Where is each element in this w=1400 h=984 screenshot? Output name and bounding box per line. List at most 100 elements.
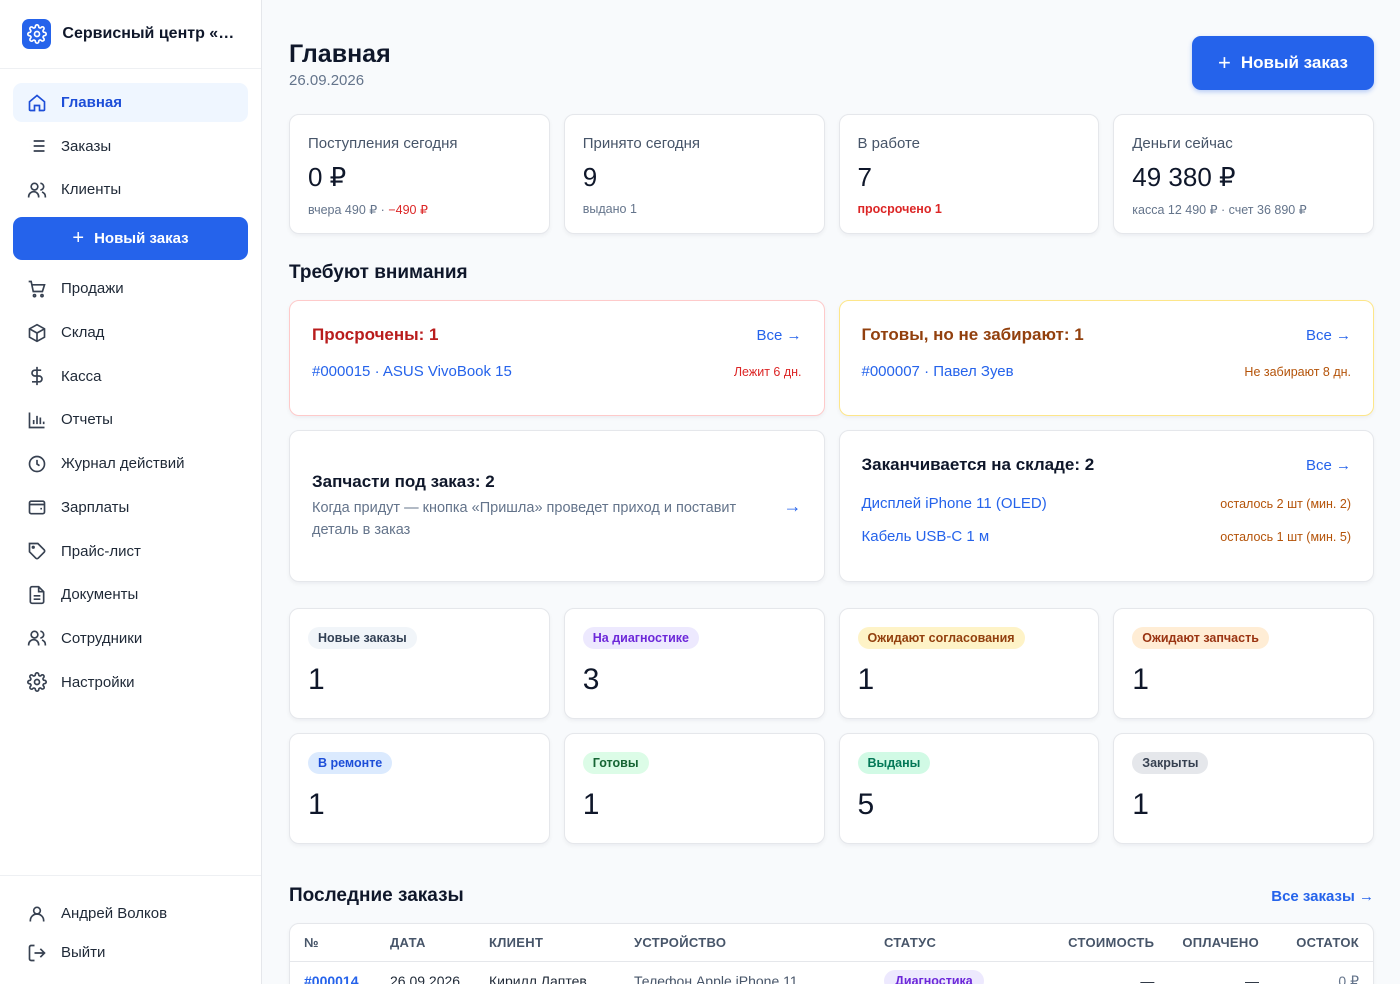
sidebar-nav: Главная Заказы Клиенты + Новый заказ Про… (0, 69, 261, 702)
sidebar-item-prices[interactable]: Прайс-лист (13, 532, 248, 571)
sidebar-item-home[interactable]: Главная (13, 83, 248, 122)
stat-label: Принято сегодня (582, 135, 701, 152)
col-number[interactable]: № (290, 924, 376, 962)
sidebar-item-label: Касса (61, 367, 102, 385)
stock-item-note: осталось 2 шт (мин. 2) (1220, 496, 1351, 511)
status-card-approval[interactable]: Ожидают согласования 1 (838, 608, 1100, 719)
order-number-link[interactable]: #000014 (304, 973, 359, 984)
arrow-right-icon[interactable]: → (784, 496, 802, 517)
stat-sub: касса 12 490 ₽ · счет 36 890 ₽ (1132, 203, 1307, 217)
order-device: Телефон Apple iPhone 11 (634, 973, 798, 984)
recent-orders-title: Последние заказы (289, 885, 464, 906)
parts-card[interactable]: Запчасти под заказ: 2 Когда придут — кно… (289, 430, 825, 582)
sidebar-item-sales[interactable]: Продажи (13, 269, 248, 308)
main-content: Главная 26.09.2026 + Новый заказ Поступл… (289, 0, 1374, 984)
sidebar-item-staff[interactable]: Сотрудники (13, 619, 248, 658)
status-card-diagnostics[interactable]: На диагностике 3 (563, 608, 825, 719)
bar-chart-icon (27, 410, 47, 430)
plus-icon: + (1218, 50, 1231, 75)
status-card-waiting-parts[interactable]: Ожидают запчасть 1 (1113, 608, 1374, 719)
tag-icon (27, 541, 47, 561)
sidebar-item-label: Сотрудники (61, 629, 143, 647)
status-card-new[interactable]: Новые заказы 1 (289, 608, 550, 719)
status-card-ready[interactable]: Готовы 1 (563, 733, 825, 844)
col-rest[interactable]: ОСТАТОК (1273, 924, 1373, 962)
brand[interactable]: Сервисный центр «Ма... (0, 0, 261, 69)
stat-sub: вчера 490 ₽ · −490 ₽ (308, 203, 428, 217)
low-stock-card: Заканчивается на складе: 2 Все → Дисплей… (838, 430, 1374, 582)
home-icon (27, 93, 47, 113)
plus-icon: + (72, 227, 85, 250)
stat-card-accepted[interactable]: Принято сегодня 9 выдано 1 (563, 114, 825, 234)
status-card-issued[interactable]: Выданы 5 (838, 733, 1100, 844)
stat-value: 49 380 ₽ (1132, 162, 1236, 192)
overdue-card: Просрочены: 1 Все → #000015 · ASUS VivoB… (289, 300, 825, 416)
stat-card-in-progress[interactable]: В работе 7 просрочено 1 (838, 114, 1100, 234)
order-cost: — (1140, 973, 1155, 984)
sidebar-item-label: Документы (61, 586, 139, 604)
wallet-icon (27, 497, 47, 517)
low-stock-all-link[interactable]: Все → (1306, 457, 1351, 474)
overdue-order-link[interactable]: #000015 · ASUS VivoBook 15 (312, 363, 512, 380)
gear-icon (22, 19, 52, 49)
ready-order-link[interactable]: #000007 · Павел Зуев (862, 363, 1014, 380)
gear-icon (27, 672, 47, 692)
sidebar-user[interactable]: Андрей Волков (13, 894, 248, 933)
stat-card-money[interactable]: Деньги сейчас 49 380 ₽ касса 12 490 ₽ · … (1113, 114, 1374, 234)
sidebar-new-order-button[interactable]: + Новый заказ (13, 217, 248, 261)
logout-button[interactable]: Выйти (13, 933, 248, 972)
parts-description: Когда придут — кнопка «Пришла» проведет … (312, 499, 737, 538)
overdue-title: Просрочены: 1 (312, 325, 439, 344)
col-device[interactable]: УСТРОЙСТВО (620, 924, 870, 962)
users-icon (27, 628, 47, 648)
sidebar-item-label: Зарплаты (61, 498, 130, 516)
status-badge: Ожидают запчасть (1132, 627, 1269, 649)
stat-value: 0 ₽ (308, 162, 347, 192)
stock-item-link[interactable]: Дисплей iPhone 11 (OLED) (862, 495, 1047, 512)
status-count: 1 (308, 663, 325, 696)
sidebar-item-salary[interactable]: Зарплаты (13, 488, 248, 527)
sidebar-item-orders[interactable]: Заказы (13, 127, 248, 166)
sidebar-item-settings[interactable]: Настройки (13, 663, 248, 702)
sidebar-item-docs[interactable]: Документы (13, 575, 248, 614)
page-date: 26.09.2026 (289, 72, 365, 89)
sidebar-item-label: Журнал действий (61, 455, 185, 473)
table-header-row: № ДАТА КЛИЕНТ УСТРОЙСТВО СТАТУС СТОИМОСТ… (290, 924, 1373, 962)
attention-title: Требуют внимания (289, 262, 468, 283)
sidebar-item-log[interactable]: Журнал действий (13, 444, 248, 483)
col-status[interactable]: СТАТУС (870, 924, 1054, 962)
stat-label: Поступления сегодня (308, 135, 458, 152)
status-card-closed[interactable]: Закрыты 1 (1113, 733, 1374, 844)
all-orders-link[interactable]: Все заказы → (1271, 888, 1374, 905)
new-order-button[interactable]: + Новый заказ (1192, 36, 1374, 90)
order-paid: — (1245, 973, 1259, 984)
sidebar-item-clients[interactable]: Клиенты (13, 170, 248, 209)
sidebar-item-stock[interactable]: Склад (13, 313, 248, 352)
sidebar-item-cash[interactable]: Касса (13, 357, 248, 396)
brand-name: Сервисный центр «Ма... (62, 25, 239, 42)
recent-orders-header: Последние заказы Все заказы → (289, 885, 1374, 907)
sidebar-footer: Андрей Волков Выйти (0, 875, 261, 984)
ready-all-link[interactable]: Все → (1306, 327, 1351, 344)
overdue-note: Лежит 6 дн. (733, 364, 802, 379)
sidebar-item-label: Заказы (61, 137, 112, 155)
logout-label: Выйти (61, 944, 106, 961)
status-count: 3 (582, 663, 600, 696)
overdue-all-link[interactable]: Все → (756, 327, 801, 344)
stat-card-income[interactable]: Поступления сегодня 0 ₽ вчера 490 ₽ · −4… (289, 114, 550, 234)
status-card-repair[interactable]: В ремонте 1 (289, 733, 550, 844)
dollar-icon (27, 366, 47, 386)
stock-item-link[interactable]: Кабель USB-C 1 м (862, 528, 990, 545)
stats-row: Поступления сегодня 0 ₽ вчера 490 ₽ · −4… (289, 114, 1374, 234)
col-client[interactable]: КЛИЕНТ (475, 924, 620, 962)
col-date[interactable]: ДАТА (376, 924, 475, 962)
page-header: Главная 26.09.2026 + Новый заказ (289, 0, 1374, 114)
col-cost[interactable]: СТОИМОСТЬ (1053, 924, 1169, 962)
sidebar-item-reports[interactable]: Отчеты (13, 400, 248, 439)
list-item: Кабель USB-C 1 м осталось 1 шт (мин. 5) (862, 528, 1352, 545)
list-item: Дисплей iPhone 11 (OLED) осталось 2 шт (… (862, 495, 1352, 512)
col-paid[interactable]: ОПЛАЧЕНО (1168, 924, 1273, 962)
sidebar-item-label: Клиенты (61, 181, 122, 199)
status-badge: В ремонте (308, 752, 393, 774)
table-row[interactable]: #000014 26.09.2026 Кирилл Лаптев Телефон… (290, 961, 1373, 984)
